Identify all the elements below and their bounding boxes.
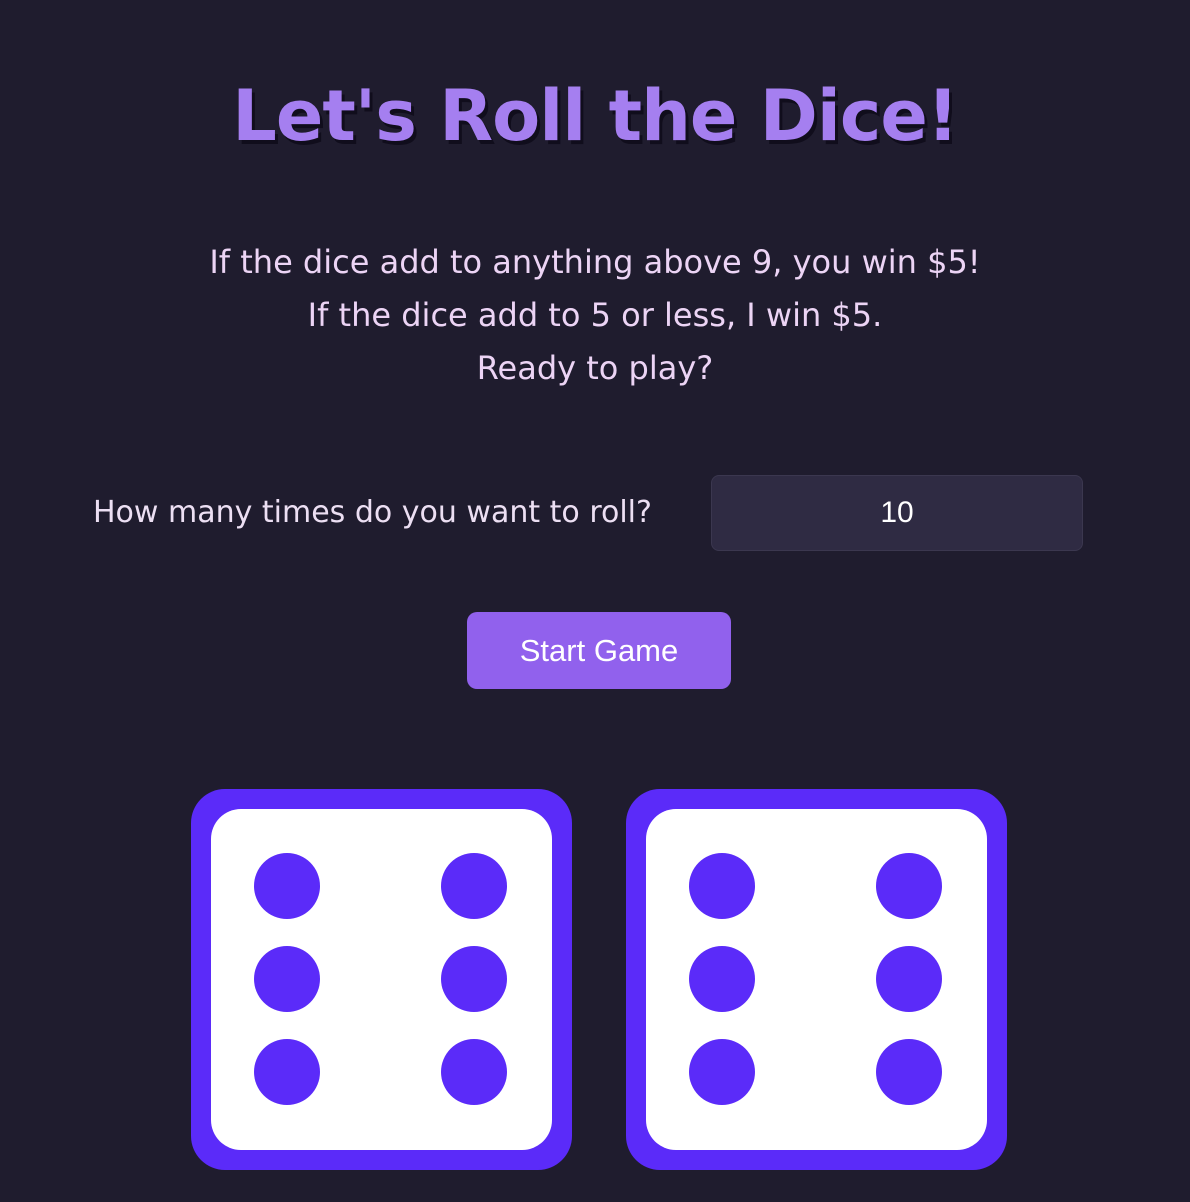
left-die <box>191 789 572 1170</box>
die-pip <box>254 853 320 919</box>
right-die <box>626 789 1007 1170</box>
die-pip <box>254 946 320 1012</box>
left-die-face <box>211 809 552 1150</box>
rule-win-text: If the dice add to anything above 9, you… <box>209 243 981 281</box>
die-pip <box>441 1039 507 1105</box>
die-pip <box>689 853 755 919</box>
die-pip <box>876 946 942 1012</box>
die-pip <box>876 1039 942 1105</box>
die-pip <box>441 946 507 1012</box>
roll-count-label: How many times do you want to roll? <box>93 495 652 530</box>
die-pip <box>254 1039 320 1105</box>
die-pip <box>689 946 755 1012</box>
rule-lose-text: If the dice add to 5 or less, I win $5. <box>307 296 883 334</box>
die-pip <box>689 1039 755 1105</box>
ready-prompt-text: Ready to play? <box>476 349 714 387</box>
die-pip <box>441 853 507 919</box>
roll-count-input[interactable] <box>711 475 1083 551</box>
page-title: Let's Roll the Dice! <box>232 75 959 157</box>
die-pip <box>876 853 942 919</box>
game-rules: If the dice add to anything above 9, you… <box>0 236 1190 395</box>
start-game-button[interactable]: Start Game <box>467 612 731 689</box>
right-die-face <box>646 809 987 1150</box>
